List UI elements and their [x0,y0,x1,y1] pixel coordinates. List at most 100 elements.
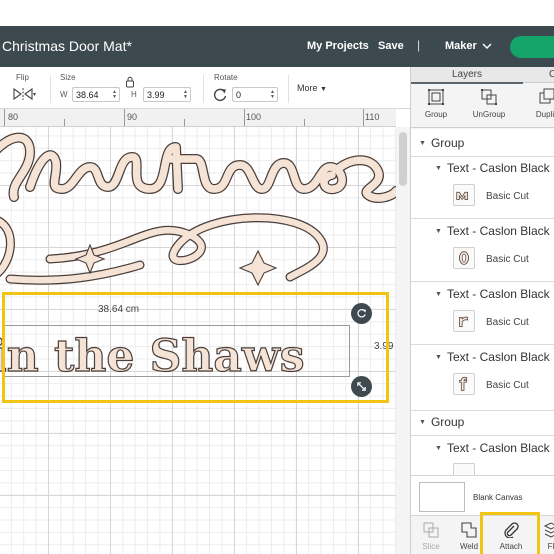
layer-group[interactable]: ▼ Group [419,136,554,150]
layer-thumbnail [453,463,475,475]
layer-thumbnail [453,310,475,332]
chevron-down-icon[interactable] [482,41,492,51]
my-projects-link[interactable]: My Projects [307,40,369,52]
duplicate-label: Duplic [535,110,554,119]
flip-icon[interactable] [12,87,36,101]
sparkle-star [238,249,278,287]
scrollbar-thumb[interactable] [399,132,407,186]
height-label: H [131,90,137,99]
cut-type: Basic Cut [486,380,529,391]
layer-actions: Group UnGroup Duplic [411,84,554,128]
layers-list: ▼ Group ▼ Text - Caslon Black Basic Cut ▼ T… [411,129,554,475]
text-layer[interactable]: ▼ Text - Caslon Black [435,161,554,175]
text-layer[interactable]: ▼ Text - Caslon Black [435,350,554,364]
header-separator: | [417,38,421,52]
group-name: Group [430,136,465,150]
ruler-mark: 100 [246,112,262,122]
layer-name: Text - Caslon Black [446,287,550,301]
ruler-tick [363,109,364,126]
blank-canvas-label: Blank Canvas [473,493,523,502]
text-layer[interactable]: ▼ Text - Caslon Black [435,287,554,301]
letter-r-icon [459,316,468,327]
lock-icon[interactable] [125,76,135,88]
letter-o-icon [459,251,469,265]
selection-highlight [2,292,389,403]
group-name: Group [430,415,465,429]
flip-label: Flip [16,73,29,82]
layer-thumbnail [453,373,475,395]
slice-icon [423,522,439,538]
slice-button[interactable]: Slice [413,522,449,551]
machine-selector[interactable]: Maker [445,40,477,52]
layer-group[interactable]: ▼ Group [419,415,554,429]
letter-f-icon [459,376,468,391]
caret-down-icon[interactable]: ▼ [419,419,426,426]
ruler-tick [244,109,245,126]
tab-layers[interactable]: Layers [452,69,482,80]
spinner-icon[interactable]: ▲ ▼ [270,90,275,100]
slice-label: Slice [422,542,440,551]
layer-name: Text - Caslon Black [446,441,550,455]
height-input[interactable]: 3.99 ▲ ▼ [143,87,191,102]
caret-down-icon[interactable]: ▼ [435,291,442,298]
divider [411,156,554,157]
make-it-button[interactable] [510,36,554,58]
project-title: Christmas Door Mat* [2,38,132,54]
ruler-tick [304,119,305,126]
divider [411,218,554,219]
canvas-swatch[interactable] [419,482,465,512]
duplicate-button[interactable]: Duplic [523,88,554,119]
caret-down-icon: ▼ [320,86,327,93]
ruler-tick [184,119,185,126]
ruler-tick [4,109,5,126]
more-menu[interactable]: More ▼ [297,83,327,93]
ungroup-icon [481,89,497,105]
caret-down-icon[interactable]: ▼ [435,228,442,235]
rotate-icon[interactable] [212,87,228,103]
rotate-input[interactable]: 0 ▲ ▼ [232,87,278,102]
group-label: Group [424,110,448,119]
spinner-icon[interactable]: ▲ ▼ [112,90,117,100]
caret-down-icon[interactable]: ▼ [419,140,426,147]
app-window: Christmas Door Mat* My Projects Save | M… [0,0,554,554]
text-layer[interactable]: ▼ Text - Caslon Black [435,224,554,238]
edit-toolbar: Flip Size W 38.64 ▲▼ H 3.99 ▲▼ Rotate [0,67,410,109]
rotate-label: Rotate [214,73,238,82]
weld-icon [461,522,477,538]
spinner-icon[interactable]: ▲ ▼ [183,90,188,100]
layer-name: Text - Caslon Black [446,224,550,238]
ruler-tick [64,119,65,126]
ungroup-button[interactable]: UnGroup [465,88,513,119]
layer-thumbnail [453,184,475,206]
horizontal-ruler: 80 90 100 110 [0,109,396,127]
layer-thumbnail [453,247,475,269]
tab-color-sync[interactable]: C [549,69,554,80]
top-header: Christmas Door Mat* My Projects Save | M… [0,26,554,67]
layers-panel: Layers C Group UnGroup Dupl ▼ Group ▼ Te… [410,67,554,554]
ruler-mark: 80 [8,112,19,122]
layer-name: Text - Caslon Black [446,350,550,364]
divider [411,344,554,345]
text-layer[interactable]: ▼ Text - Caslon Black [435,441,554,455]
caret-down-icon[interactable]: ▼ [435,354,442,361]
divider [411,281,554,282]
group-icon [428,89,444,105]
save-button[interactable]: Save [378,40,404,52]
cut-type: Basic Cut [486,317,529,328]
flatten-label: Fl [547,542,554,551]
caret-down-icon[interactable]: ▼ [435,445,442,452]
width-input[interactable]: 38.64 ▲ ▼ [72,87,120,102]
height-value: 3.99 [147,90,165,100]
rotate-value: 0 [236,90,242,100]
toolbar-divider [203,75,204,103]
width-value: 38.64 [76,90,99,100]
blank-canvas-row[interactable]: Blank Canvas [411,475,554,515]
ruler-tick [124,109,125,126]
caret-down-icon[interactable]: ▼ [435,165,442,172]
toolbar-divider [50,75,51,103]
group-button[interactable]: Group [412,88,460,119]
letter-m-icon [456,191,468,201]
attach-highlight [480,512,540,554]
cut-type: Basic Cut [486,191,529,202]
canvas-scrollbar[interactable] [396,127,410,554]
